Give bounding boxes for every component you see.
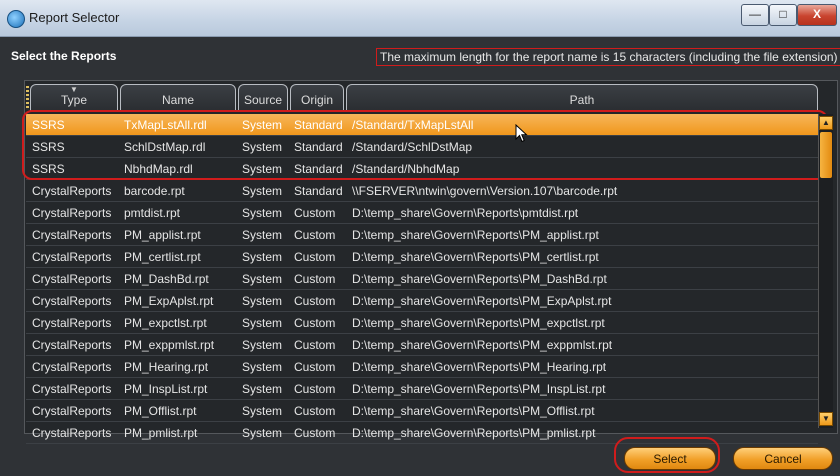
origin-cell: Custom — [294, 250, 336, 264]
type-cell: CrystalReports — [32, 316, 112, 330]
vertical-scrollbar[interactable]: ▲ ▼ — [818, 114, 833, 428]
origin-cell: Custom — [294, 294, 336, 308]
origin-cell: Custom — [294, 316, 336, 330]
name-cell: PM_exppmlst.rpt — [124, 338, 215, 352]
name-cell: PM_certlist.rpt — [124, 250, 201, 264]
path-cell: D:\temp_share\Govern\Reports\PM_certlist… — [352, 250, 599, 264]
path-cell: D:\temp_share\Govern\Reports\PM_InspList… — [352, 382, 606, 396]
window-title: Report Selector — [29, 10, 120, 25]
report-selector-window: Report Selector — □ X Select the Reports… — [0, 0, 840, 476]
table-row[interactable]: CrystalReports pmtdist.rpt System Custom D:\… — [26, 202, 818, 224]
column-header-label: Name — [161, 93, 194, 107]
name-length-note: The maximum length for the report name i… — [376, 48, 840, 66]
section-label: Select the Reports — [11, 49, 117, 63]
column-header-type[interactable]: ▼ Type — [30, 84, 118, 112]
type-cell: CrystalReports — [32, 184, 112, 198]
name-cell: PM_DashBd.rpt — [124, 272, 209, 286]
type-cell: CrystalReports — [32, 360, 112, 374]
source-cell: System — [242, 426, 283, 440]
table-row[interactable]: CrystalReports PM_exppmlst.rpt System Custo… — [26, 334, 818, 356]
source-cell: System — [242, 316, 283, 330]
name-cell: barcode.rpt — [124, 184, 185, 198]
select-button[interactable]: Select — [624, 447, 716, 470]
table-row[interactable]: CrystalReports PM_certlist.rpt System Custo… — [26, 246, 818, 268]
source-cell: System — [242, 360, 283, 374]
table-row[interactable]: CrystalReports PM_expctlst.rpt System Custo… — [26, 312, 818, 334]
type-cell: CrystalReports — [32, 404, 112, 418]
mouse-cursor-icon — [515, 124, 528, 143]
source-cell: System — [242, 404, 283, 418]
table-row[interactable]: CrystalReports barcode.rpt System Standard \… — [26, 180, 818, 202]
path-cell: D:\temp_share\Govern\Reports\PM_applist.… — [352, 228, 599, 242]
title-bar[interactable]: Report Selector — □ X — [0, 0, 840, 37]
type-cell: CrystalReports — [32, 206, 112, 220]
column-header-origin[interactable]: Origin — [290, 84, 344, 112]
origin-cell: Custom — [294, 426, 336, 440]
close-button[interactable]: X — [797, 4, 837, 26]
name-cell: PM_expctlst.rpt — [124, 316, 207, 330]
column-grip-handle[interactable] — [26, 86, 29, 110]
type-cell: CrystalReports — [32, 294, 112, 308]
source-cell: System — [242, 250, 283, 264]
origin-cell: Custom — [294, 338, 336, 352]
source-cell: System — [242, 294, 283, 308]
app-icon — [7, 10, 25, 28]
cancel-button[interactable]: Cancel — [733, 447, 833, 470]
column-header-name[interactable]: Name — [120, 84, 236, 112]
type-cell: CrystalReports — [32, 426, 112, 440]
origin-cell: Custom — [294, 206, 336, 220]
column-header-path[interactable]: Path — [346, 84, 818, 112]
source-cell: System — [242, 382, 283, 396]
maximize-button[interactable]: □ — [769, 4, 797, 26]
type-cell: CrystalReports — [32, 382, 112, 396]
path-cell: D:\temp_share\Govern\Reports\PM_pmlist.r… — [352, 426, 596, 440]
origin-cell: Custom — [294, 228, 336, 242]
type-cell: CrystalReports — [32, 228, 112, 242]
column-header-label: Source — [243, 93, 283, 107]
origin-cell: Custom — [294, 360, 336, 374]
table-row[interactable]: CrystalReports PM_DashBd.rpt System Custom D… — [26, 268, 818, 290]
source-cell: System — [242, 228, 283, 242]
origin-cell: Custom — [294, 272, 336, 286]
name-cell: PM_pmlist.rpt — [124, 426, 198, 440]
origin-cell: Custom — [294, 382, 336, 396]
table-row[interactable]: CrystalReports PM_Offlist.rpt System Custom… — [26, 400, 818, 422]
path-cell: D:\temp_share\Govern\Reports\PM_Hearing.… — [352, 360, 607, 374]
table-row[interactable]: CrystalReports PM_ExpAplst.rpt System Custo… — [26, 290, 818, 312]
ssrs-rows-highlight — [22, 110, 828, 180]
source-cell: System — [242, 272, 283, 286]
type-cell: CrystalReports — [32, 338, 112, 352]
column-header-source[interactable]: Source — [238, 84, 288, 112]
path-cell: D:\temp_share\Govern\Reports\PM_DashBd.r… — [352, 272, 607, 286]
path-cell: D:\temp_share\Govern\Reports\PM_Offlist.… — [352, 404, 595, 418]
path-cell: \\FSERVER\ntwin\govern\Version.107\barco… — [352, 184, 618, 198]
source-cell: System — [242, 206, 283, 220]
scroll-down-button[interactable]: ▼ — [819, 412, 833, 426]
table-row[interactable]: CrystalReports PM_InspList.rpt System Custo… — [26, 378, 818, 400]
name-cell: PM_Hearing.rpt — [124, 360, 209, 374]
path-cell: D:\temp_share\Govern\Reports\PM_exppmlst… — [352, 338, 613, 352]
table-row[interactable]: CrystalReports PM_applist.rpt System Custom… — [26, 224, 818, 246]
column-header-label: Path — [569, 93, 595, 107]
name-cell: pmtdist.rpt — [124, 206, 181, 220]
scroll-up-button[interactable]: ▲ — [819, 116, 833, 130]
path-cell: D:\temp_share\Govern\Reports\PM_ExpAplst… — [352, 294, 612, 308]
table-row[interactable]: CrystalReports PM_Hearing.rpt System Custom… — [26, 356, 818, 378]
sort-descending-icon: ▼ — [70, 85, 78, 94]
name-cell: PM_Offlist.rpt — [124, 404, 197, 418]
source-cell: System — [242, 184, 283, 198]
origin-cell: Custom — [294, 404, 336, 418]
name-cell: PM_InspList.rpt — [124, 382, 208, 396]
path-cell: D:\temp_share\Govern\Reports\PM_expctlst… — [352, 316, 605, 330]
type-cell: CrystalReports — [32, 250, 112, 264]
name-cell: PM_ExpAplst.rpt — [124, 294, 214, 308]
scroll-thumb[interactable] — [820, 132, 832, 178]
column-header-label: Origin — [300, 93, 333, 107]
type-cell: CrystalReports — [32, 272, 112, 286]
source-cell: System — [242, 338, 283, 352]
origin-cell: Standard — [294, 184, 343, 198]
path-cell: D:\temp_share\Govern\Reports\pmtdist.rpt — [352, 206, 579, 220]
minimize-button[interactable]: — — [741, 4, 769, 26]
name-cell: PM_applist.rpt — [124, 228, 201, 242]
